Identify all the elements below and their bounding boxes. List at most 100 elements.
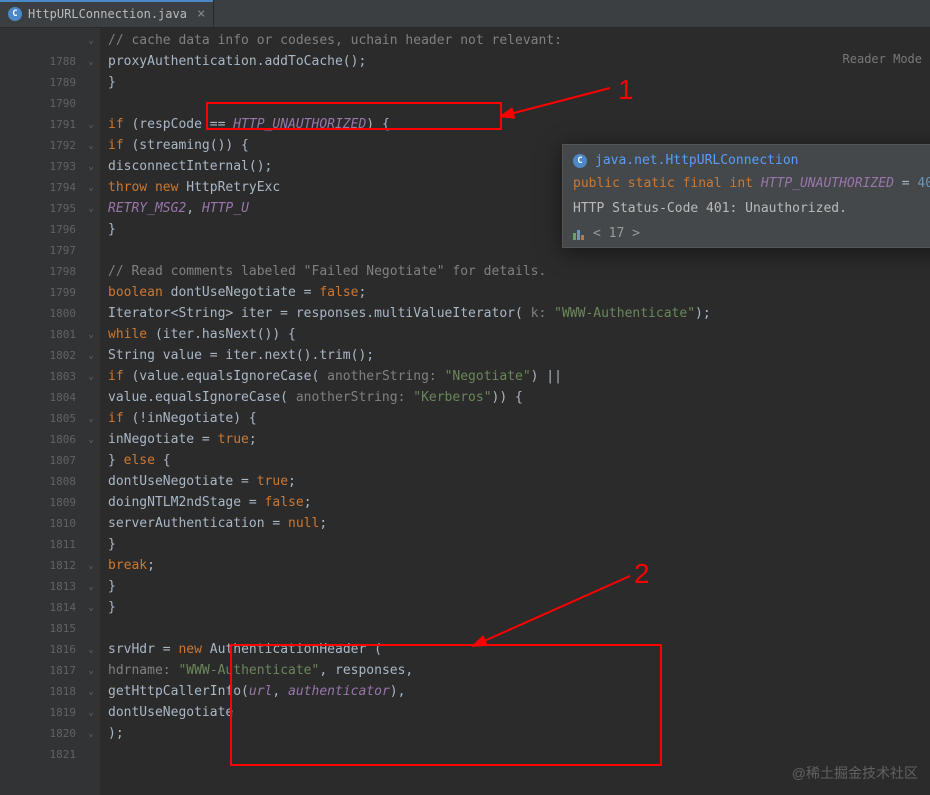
code-line: srvHdr = new AuthenticationHeader ( — [100, 639, 930, 660]
fold-icon[interactable]: ⌄ — [88, 728, 94, 739]
line-number: 1815 — [0, 618, 100, 639]
line-number: 1793⌄ — [0, 156, 100, 177]
code-line: while (iter.hasNext()) { — [100, 324, 930, 345]
line-number: 1789 — [0, 72, 100, 93]
fold-icon[interactable]: ⌄ — [88, 350, 94, 361]
line-number: 1795⌄ — [0, 198, 100, 219]
popup-footer: < 17 > ⋮ — [563, 224, 930, 243]
fold-icon[interactable]: ⌄ — [88, 161, 94, 172]
fold-icon[interactable]: ⌄ — [88, 707, 94, 718]
code-line: ); — [100, 723, 930, 744]
fold-icon[interactable]: ⌄ — [88, 56, 94, 67]
file-tab[interactable]: C HttpURLConnection.java × — [0, 0, 214, 27]
fold-icon[interactable]: ⌄ — [88, 371, 94, 382]
code-line: Iterator<String> iter = responses.multiV… — [100, 303, 930, 324]
code-line: if (respCode == HTTP_UNAUTHORIZED) { — [100, 114, 930, 135]
code-line: // Read comments labeled "Failed Negotia… — [100, 261, 930, 282]
gutter: ⌄1788⌄178917901791⌄1792⌄1793⌄1794⌄1795⌄1… — [0, 28, 100, 795]
line-number: 1819⌄ — [0, 702, 100, 723]
line-number: 1818⌄ — [0, 681, 100, 702]
line-number: 1811 — [0, 534, 100, 555]
annotation-label-1: 1 — [618, 74, 634, 106]
line-number: 1808 — [0, 471, 100, 492]
fold-icon[interactable]: ⌄ — [88, 329, 94, 340]
fold-icon[interactable]: ⌄ — [88, 140, 94, 151]
watermark: @稀土掘金技术社区 — [792, 763, 918, 783]
popup-description: HTTP Status-Code 401: Unauthorized. — [563, 197, 930, 224]
line-number: 1799 — [0, 282, 100, 303]
line-number: 1816⌄ — [0, 639, 100, 660]
fold-icon[interactable]: ⌄ — [88, 581, 94, 592]
line-number: 1791⌄ — [0, 114, 100, 135]
code-line: value.equalsIgnoreCase( anotherString: "… — [100, 387, 930, 408]
code-line: String value = iter.next().trim(); — [100, 345, 930, 366]
fold-icon[interactable]: ⌄ — [88, 560, 94, 571]
code-line: } — [100, 576, 930, 597]
line-number: 1797 — [0, 240, 100, 261]
fold-icon[interactable]: ⌄ — [88, 203, 94, 214]
code-line — [100, 744, 930, 765]
code-line: } else { — [100, 450, 930, 471]
code-line: inNegotiate = true; — [100, 429, 930, 450]
code-line: } — [100, 597, 930, 618]
code-line: proxyAuthentication.addToCache(); — [100, 51, 930, 72]
code-line: doingNTLM2ndStage = false; — [100, 492, 930, 513]
fold-icon[interactable]: ⌄ — [88, 602, 94, 613]
line-number: 1801⌄ — [0, 324, 100, 345]
line-number: 1814⌄ — [0, 597, 100, 618]
line-number: 1806⌄ — [0, 429, 100, 450]
annotation-label-2: 2 — [634, 558, 650, 590]
editor: ⌄1788⌄178917901791⌄1792⌄1793⌄1794⌄1795⌄1… — [0, 28, 930, 795]
line-number: 1804 — [0, 387, 100, 408]
popup-class-link[interactable]: java.net.HttpURLConnection — [595, 153, 799, 168]
line-number: 1805⌄ — [0, 408, 100, 429]
line-number: 1809 — [0, 492, 100, 513]
code-line: dontUseNegotiate = true; — [100, 471, 930, 492]
code-line: hdrname: "WWW-Authenticate", responses, — [100, 660, 930, 681]
line-number: 1803⌄ — [0, 366, 100, 387]
quick-doc-popup[interactable]: C java.net.HttpURLConnection public stat… — [562, 144, 930, 248]
reader-mode-label[interactable]: Reader Mode — [843, 52, 922, 66]
fold-icon[interactable]: ⌄ — [88, 665, 94, 676]
line-number: 1812⌄ — [0, 555, 100, 576]
line-number: ⌄ — [0, 30, 100, 51]
code-line: boolean dontUseNegotiate = false; — [100, 282, 930, 303]
code-line: serverAuthentication = null; — [100, 513, 930, 534]
tab-filename: HttpURLConnection.java — [28, 7, 187, 21]
usages-icon[interactable] — [573, 229, 585, 239]
line-number: 1807 — [0, 450, 100, 471]
line-number: 1820⌄ — [0, 723, 100, 744]
code-line: dontUseNegotiate — [100, 702, 930, 723]
code-line — [100, 618, 930, 639]
line-number: 1798 — [0, 261, 100, 282]
code-line: } — [100, 72, 930, 93]
fold-icon[interactable]: ⌄ — [88, 182, 94, 193]
line-number: 1813⌄ — [0, 576, 100, 597]
fold-icon[interactable]: ⌄ — [88, 35, 94, 46]
line-number: 1821 — [0, 744, 100, 765]
line-number: 1810 — [0, 513, 100, 534]
line-number: 1817⌄ — [0, 660, 100, 681]
line-number: 1788⌄ — [0, 51, 100, 72]
code-area[interactable]: Reader Mode // cache data info or codese… — [100, 28, 930, 795]
line-number: 1794⌄ — [0, 177, 100, 198]
fold-icon[interactable]: ⌄ — [88, 413, 94, 424]
code-line: } — [100, 534, 930, 555]
code-line — [100, 93, 930, 114]
line-number: 1802⌄ — [0, 345, 100, 366]
fold-icon[interactable]: ⌄ — [88, 686, 94, 697]
code-line: if (!inNegotiate) { — [100, 408, 930, 429]
close-icon[interactable]: × — [197, 6, 205, 22]
popup-declaration: public static final int HTTP_UNAUTHORIZE… — [563, 174, 930, 197]
line-number: 1800 — [0, 303, 100, 324]
fold-icon[interactable]: ⌄ — [88, 119, 94, 130]
code-line: getHttpCallerInfo(url, authenticator), — [100, 681, 930, 702]
java-class-icon: C — [573, 154, 587, 168]
line-number: 1796 — [0, 219, 100, 240]
popup-nav[interactable]: < 17 > — [593, 226, 640, 241]
code-line: // cache data info or codeses, uchain he… — [100, 30, 930, 51]
fold-icon[interactable]: ⌄ — [88, 434, 94, 445]
code-line: if (value.equalsIgnoreCase( anotherStrin… — [100, 366, 930, 387]
fold-icon[interactable]: ⌄ — [88, 644, 94, 655]
java-class-icon: C — [8, 7, 22, 21]
